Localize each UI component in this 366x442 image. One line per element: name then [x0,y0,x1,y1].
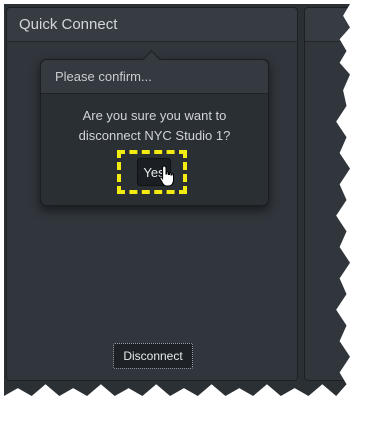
disconnect-button[interactable]: Disconnect [113,343,193,369]
hand-pointer-icon [159,165,174,187]
popover-title: Please confirm... [41,60,268,94]
secondary-panel-header [305,8,350,42]
popover-message: Are you sure you want to disconnect NYC … [78,108,231,143]
quick-connect-panel: Quick Connect Please confirm... Are you … [6,7,298,381]
screenshot-area: Quick Connect Please confirm... Are you … [4,4,350,396]
confirm-popover: Please confirm... Are you sure you want … [40,50,269,206]
secondary-panel [304,7,350,381]
panel-title: Quick Connect [7,8,297,42]
